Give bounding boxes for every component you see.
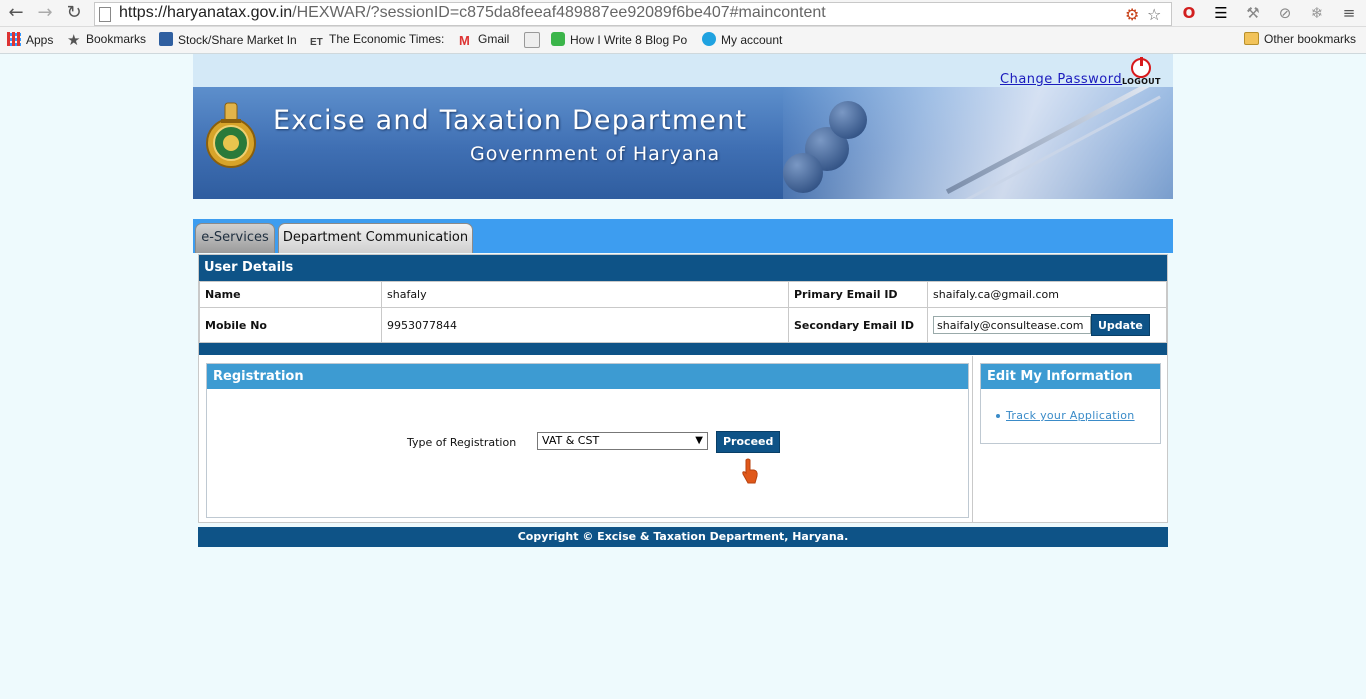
bookmark-stock[interactable]: Stock/Share Market In xyxy=(159,32,297,48)
bookmark-gmail[interactable]: M Gmail xyxy=(459,32,509,48)
back-arrow-icon[interactable]: ← xyxy=(6,3,26,23)
bookmark-apps[interactable]: Apps xyxy=(7,32,53,48)
tab-department-communication[interactable]: Department Communication xyxy=(278,223,473,253)
name-value: shafaly xyxy=(381,281,789,308)
bookmarks-bar: Apps ★ Bookmarks Stock/Share Market In ET… xyxy=(0,27,1366,54)
bookmark-blog[interactable]: How I Write 8 Blog Po xyxy=(551,32,687,48)
et-icon: ET xyxy=(310,37,323,48)
secondary-email-input[interactable]: shaifaly@consultease.com xyxy=(933,316,1091,334)
department-title: Excise and Taxation Department xyxy=(273,105,748,136)
opera-icon[interactable]: O xyxy=(1180,4,1198,22)
bookmark-bookmarks[interactable]: ★ Bookmarks xyxy=(67,32,146,48)
q-icon xyxy=(551,32,565,46)
power-icon[interactable] xyxy=(1131,57,1151,78)
stock-icon xyxy=(159,32,173,46)
main-content: User Details Name shafaly Primary Email … xyxy=(198,254,1168,523)
secondary-email-label: Secondary Email ID xyxy=(788,307,928,343)
registration-type-value: VAT & CST xyxy=(542,434,600,447)
separator-bar xyxy=(199,343,1167,355)
footer-copyright: Copyright © Excise & Taxation Department… xyxy=(198,527,1168,547)
bookmark-my-account[interactable]: My account xyxy=(702,32,782,48)
primary-email-value: shaifaly.ca@gmail.com xyxy=(927,281,1167,308)
change-password-link[interactable]: Change Password xyxy=(1000,72,1122,87)
top-links-bar: Change Password LOGOUT xyxy=(193,54,1173,87)
layers-icon[interactable]: ☰ xyxy=(1212,4,1230,22)
browser-toolbar: ← → ↻ https://haryanatax.gov.in/HEXWAR/?… xyxy=(0,0,1366,27)
haryana-emblem-icon xyxy=(206,102,256,168)
bullet-icon xyxy=(996,414,1000,418)
bookmark-other[interactable]: Other bookmarks xyxy=(1244,32,1356,48)
dropdown-arrow-icon: ▼ xyxy=(695,435,703,446)
address-bar[interactable]: https://haryanatax.gov.in/HEXWAR/?sessio… xyxy=(94,2,1172,26)
blocked-icon[interactable]: ⊘ xyxy=(1276,4,1294,22)
calculator-key-icon-3 xyxy=(829,101,867,139)
mobile-value: 9953077844 xyxy=(381,307,789,343)
apps-grid-icon xyxy=(7,32,21,46)
gmail-icon: M xyxy=(459,33,470,48)
registration-panel: Registration Type of Registration VAT & … xyxy=(206,363,969,518)
address-url: https://haryanatax.gov.in/HEXWAR/?sessio… xyxy=(119,4,826,21)
logout-link[interactable]: LOGOUT xyxy=(1122,77,1161,86)
calculator-key-icon-2 xyxy=(783,153,823,193)
registration-heading: Registration xyxy=(207,364,968,389)
tab-e-services[interactable]: e-Services xyxy=(195,223,275,253)
bookmark-site[interactable] xyxy=(524,32,545,48)
bookmark-economic-times[interactable]: ET The Economic Times: xyxy=(310,32,444,48)
user-details-table: Name shafaly Primary Email ID shaifaly.c… xyxy=(199,281,1167,343)
wrench-icon[interactable]: ⚒ xyxy=(1244,4,1262,22)
tabs-bar: e-Services Department Communication xyxy=(193,219,1173,253)
department-subtitle: Government of Haryana xyxy=(470,143,721,165)
registration-section: Registration Type of Registration VAT & … xyxy=(200,356,973,523)
edit-info-section: Edit My Information Track your Applicati… xyxy=(974,356,1166,523)
blocked-popup-icon[interactable]: ⚙ xyxy=(1125,5,1139,24)
mobile-label: Mobile No xyxy=(199,307,382,343)
update-button[interactable]: Update xyxy=(1091,314,1150,336)
page-icon xyxy=(99,7,111,22)
name-label: Name xyxy=(199,281,382,308)
edit-info-panel: Edit My Information Track your Applicati… xyxy=(980,363,1161,444)
site-icon xyxy=(524,32,540,48)
registration-type-select[interactable]: VAT & CST ▼ xyxy=(537,432,708,450)
table-row: Name shafaly Primary Email ID shaifaly.c… xyxy=(199,281,1167,308)
menu-icon[interactable]: ≡ xyxy=(1340,4,1358,22)
bookmark-star-icon[interactable]: ☆ xyxy=(1147,5,1161,24)
folder-icon xyxy=(1244,32,1259,45)
skype-icon xyxy=(702,32,716,46)
star-icon: ★ xyxy=(67,32,81,49)
snowflake-icon[interactable]: ❄ xyxy=(1308,4,1326,22)
primary-email-label: Primary Email ID xyxy=(788,281,928,308)
table-row: Mobile No 9953077844 Secondary Email ID … xyxy=(199,307,1167,343)
forward-arrow-icon[interactable]: → xyxy=(35,3,55,23)
hand-cursor-icon xyxy=(742,458,758,484)
reload-icon[interactable]: ↻ xyxy=(64,3,84,23)
user-details-heading: User Details xyxy=(199,255,1167,281)
proceed-button[interactable]: Proceed xyxy=(716,431,781,453)
banner: Excise and Taxation Department Governmen… xyxy=(193,87,1173,199)
track-application-link[interactable]: Track your Application xyxy=(1006,409,1135,422)
edit-info-heading: Edit My Information xyxy=(981,364,1160,389)
registration-type-label: Type of Registration xyxy=(407,436,517,449)
secondary-email-cell: shaifaly@consultease.com Update xyxy=(927,307,1167,343)
